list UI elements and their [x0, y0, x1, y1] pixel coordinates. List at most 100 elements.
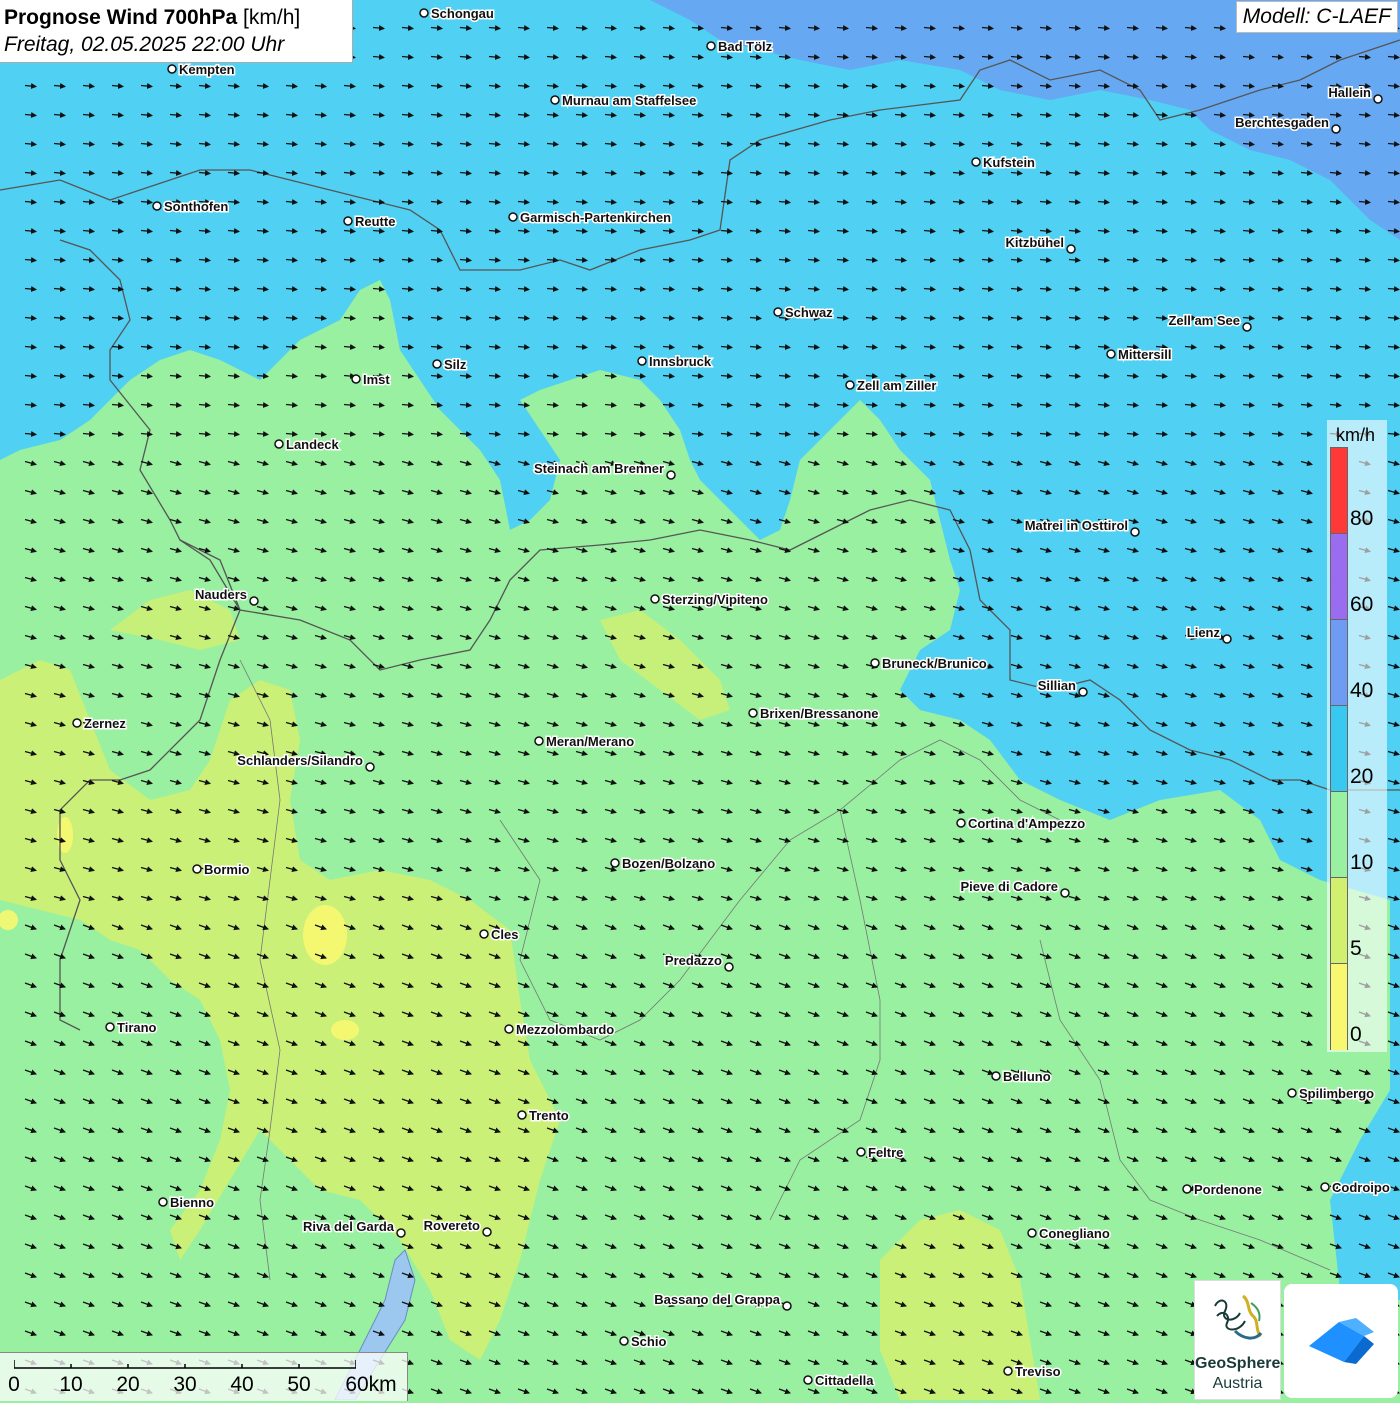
place-marker: Zell am Ziller: [845, 377, 938, 395]
place-label: Bormio: [204, 862, 250, 877]
geosphere-logo[interactable]: GeoSphere Austria: [1194, 1280, 1281, 1400]
place-marker: Codroipo: [1320, 1179, 1391, 1197]
scale-label: 60km: [345, 1373, 397, 1396]
place-marker: Innsbruck: [637, 353, 713, 371]
place-dot: [517, 1110, 527, 1120]
place-label: Matrei in Osttirol: [1025, 518, 1128, 533]
place-label: Zernez: [84, 716, 126, 731]
place-label: Kitzbühel: [1006, 235, 1065, 250]
place-dot: [249, 596, 259, 606]
place-dot: [1027, 1228, 1037, 1238]
map-subtitle: Freitag, 02.05.2025 22:00 Uhr: [4, 33, 285, 56]
place-marker: Murnau am Staffelsee: [550, 92, 698, 110]
place-dot: [706, 41, 716, 51]
legend-label: 5: [1350, 937, 1362, 960]
place-label: Kufstein: [983, 155, 1035, 170]
place-label: Schlanders/Silandro: [237, 753, 363, 768]
place-dot: [803, 1375, 813, 1385]
color-legend: km/h 80 60 40 20 10 5 0: [1327, 420, 1387, 1052]
place-marker: Schongau: [419, 5, 495, 23]
legend-label: 20: [1350, 765, 1374, 788]
legend-label: 60: [1350, 593, 1374, 616]
place-label: Cittadella: [815, 1373, 874, 1388]
place-dot: [343, 216, 353, 226]
map-title-unit: [km/h]: [243, 6, 301, 29]
place-dot: [1222, 634, 1232, 644]
map-title: Prognose Wind 700hPa [km/h]: [4, 4, 348, 31]
place-dot: [365, 762, 375, 772]
place-dot: [167, 64, 177, 74]
place-label: Bienno: [170, 1195, 214, 1210]
place-marker: Cittadella: [803, 1372, 876, 1390]
scale-label: 40: [230, 1373, 254, 1396]
legend-label: 80: [1350, 507, 1374, 530]
place-dot: [1106, 349, 1116, 359]
place-label: Trento: [529, 1108, 569, 1123]
place-label: Treviso: [1015, 1364, 1061, 1379]
place-dot: [650, 594, 660, 604]
scale-bar: 0 10 20 30 40 50 60km: [0, 1352, 408, 1401]
place-label: Meran/Merano: [546, 734, 634, 749]
place-marker: Conegliano: [1027, 1225, 1111, 1243]
place-marker: Garmisch-Partenkirchen: [508, 209, 673, 227]
wind-zone-0-5: [303, 905, 347, 965]
place-label: Imst: [363, 372, 390, 387]
place-marker: Brixen/Bressanone: [748, 705, 880, 723]
place-label: Belluno: [1003, 1069, 1051, 1084]
legend-swatch: [1331, 878, 1347, 964]
place-dot: [782, 1301, 792, 1311]
place-marker: Bozen/Bolzano: [610, 855, 717, 873]
place-label: Zell am See: [1168, 313, 1240, 328]
place-label: Kempten: [179, 62, 235, 77]
legend-unit: km/h: [1336, 425, 1376, 445]
place-label: Feltre: [868, 1145, 903, 1160]
place-dot: [479, 929, 489, 939]
legend-label: 40: [1350, 679, 1374, 702]
place-label: Conegliano: [1039, 1226, 1110, 1241]
app-logo[interactable]: [1284, 1284, 1398, 1398]
place-dot: [1130, 527, 1140, 537]
place-label: Riva del Garda: [303, 1219, 395, 1234]
place-dot: [870, 658, 880, 668]
place-dot: [1320, 1182, 1330, 1192]
place-dot: [1066, 244, 1076, 254]
wind-zone-0-5: [331, 1020, 359, 1040]
place-dot: [991, 1071, 1001, 1081]
place-dot: [856, 1147, 866, 1157]
place-label: Garmisch-Partenkirchen: [520, 210, 671, 225]
scale-line: [14, 1360, 356, 1369]
place-label: Sonthofen: [164, 199, 228, 214]
place-dot: [482, 1227, 492, 1237]
place-label: Rovereto: [424, 1218, 480, 1233]
place-label: Pordenone: [1194, 1182, 1262, 1197]
place-label: Zell am Ziller: [857, 378, 936, 393]
place-label: Spilimbergo: [1299, 1086, 1374, 1101]
legend-bar: [1330, 447, 1348, 1050]
place-marker: Pordenone: [1182, 1181, 1263, 1199]
legend-swatch: [1331, 620, 1347, 706]
place-label: Mittersill: [1118, 347, 1171, 362]
place-label: Schwaz: [785, 305, 833, 320]
place-label: Codroipo: [1332, 1180, 1390, 1195]
legend-label: 10: [1350, 851, 1374, 874]
place-label: Brixen/Bressanone: [760, 706, 879, 721]
map-title-main: Prognose Wind 700hPa: [4, 6, 238, 29]
place-label: Pieve di Cadore: [960, 879, 1058, 894]
place-dot: [152, 201, 162, 211]
geosphere-logo-icon: [1214, 1294, 1263, 1340]
legend-swatch: [1331, 448, 1347, 534]
place-label: Landeck: [286, 437, 340, 452]
place-dot: [1078, 687, 1088, 697]
place-dot: [1287, 1088, 1297, 1098]
scale-label: 30: [173, 1373, 197, 1396]
place-marker: Cortina d'Ampezzo: [956, 815, 1087, 833]
place-label: Reutte: [355, 214, 395, 229]
place-label: Silz: [444, 357, 467, 372]
place-dot: [956, 818, 966, 828]
place-dot: [192, 864, 202, 874]
place-dot: [504, 1024, 514, 1034]
place-dot: [105, 1022, 115, 1032]
place-dot: [773, 307, 783, 317]
place-label: Bruneck/Brunico: [882, 656, 987, 671]
geosphere-name: GeoSphere: [1195, 1355, 1281, 1372]
